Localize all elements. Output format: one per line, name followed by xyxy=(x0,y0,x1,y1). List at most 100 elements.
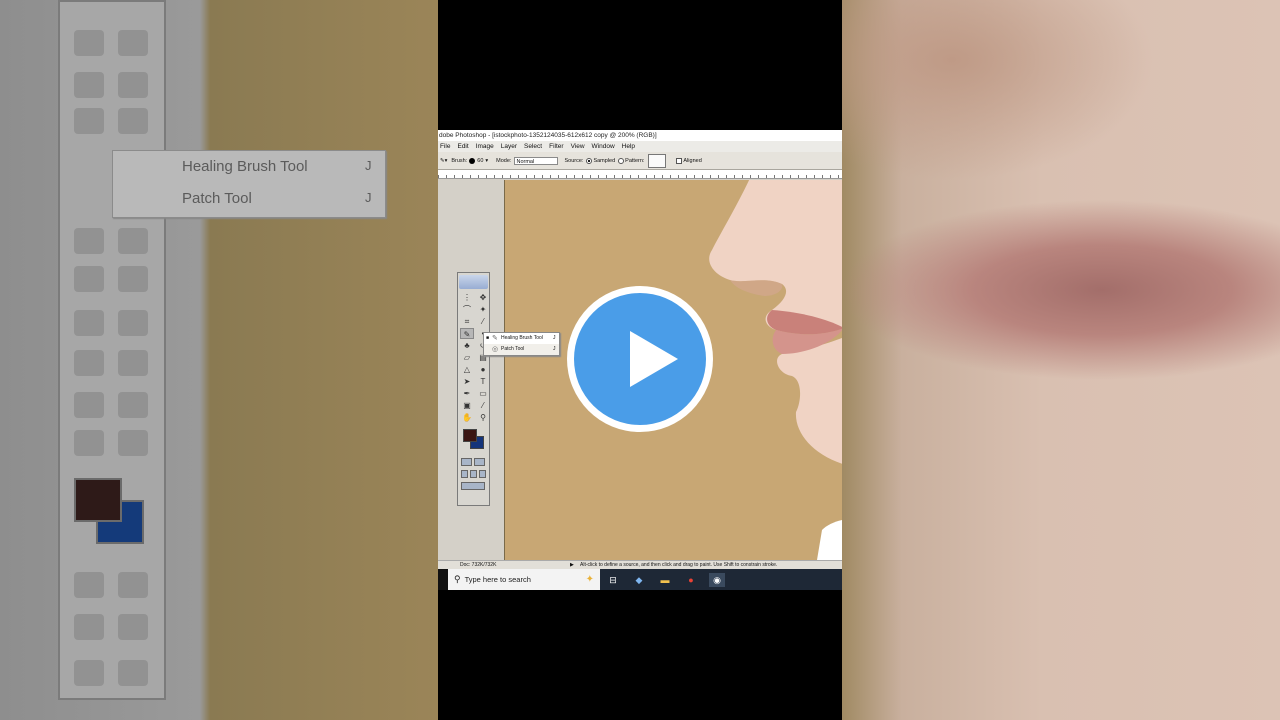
blurred-tool-icon xyxy=(118,72,148,98)
foreground-color-swatch[interactable] xyxy=(463,429,477,442)
play-icon xyxy=(630,331,678,387)
options-bar: ✎▾ Brush: 60 ▾ Mode: Normal Source: Samp… xyxy=(438,152,842,170)
clone-stamp-icon[interactable]: ♣ xyxy=(460,340,474,351)
flyout-item-healing-brush[interactable]: ■ ✎ Healing Brush Tool J xyxy=(484,333,559,344)
blurred-flyout-key: J xyxy=(365,190,372,205)
aligned-checkbox[interactable] xyxy=(676,157,683,164)
notes-icon[interactable]: ▣ xyxy=(460,400,474,411)
blurred-tool-icon xyxy=(118,572,148,598)
photoshop-taskbar-icon[interactable]: ◉ xyxy=(709,572,725,587)
jump-to-imageready-icon[interactable] xyxy=(461,482,485,490)
slice-icon[interactable]: ⁄ xyxy=(476,316,490,327)
blurred-tool-icon xyxy=(118,392,148,418)
magic-wand-icon[interactable]: ✦ xyxy=(476,304,490,315)
play-button-circle xyxy=(574,293,706,425)
brush-preview-icon[interactable] xyxy=(469,157,476,164)
flyout-shortcut: J xyxy=(553,346,556,352)
blurred-tool-icon xyxy=(118,108,148,134)
brush-label: Brush: xyxy=(451,157,468,164)
menu-file[interactable]: File xyxy=(438,141,455,152)
screen-mode-icon[interactable] xyxy=(461,470,468,478)
patch-icon: ◎ xyxy=(492,346,499,353)
blurred-tool-icon xyxy=(74,310,104,336)
pattern-picker[interactable] xyxy=(648,153,667,168)
menu-bar: File Edit Image Layer Select Filter View… xyxy=(438,141,842,152)
zoom-icon[interactable]: ⚲ xyxy=(476,412,490,423)
pattern-radio[interactable] xyxy=(618,157,625,164)
flyout-shortcut: J xyxy=(553,335,556,341)
blur-icon[interactable]: △ xyxy=(460,364,474,375)
blurred-tool-icon xyxy=(118,228,148,254)
blurred-tool-icon xyxy=(74,350,104,376)
sampled-label: Sampled xyxy=(593,157,616,164)
toolbox-header[interactable] xyxy=(459,275,488,289)
search-placeholder: Type here to search xyxy=(464,575,531,584)
windows-taskbar: ⚲ Type here to search ✦ ⊟ ◆ ▬ ● ◉ xyxy=(438,569,842,590)
blurred-tool-icon xyxy=(74,30,104,56)
menu-select[interactable]: Select xyxy=(522,141,547,152)
blurred-tool-icon xyxy=(118,660,148,686)
path-select-icon[interactable]: ➤ xyxy=(460,376,474,387)
flyout-item-patch[interactable]: ◎ Patch Tool J xyxy=(484,344,559,355)
mode-select[interactable]: Normal xyxy=(514,156,559,165)
menu-help[interactable]: Help xyxy=(620,141,640,152)
jump-row xyxy=(458,480,489,492)
mask-mode-row xyxy=(458,456,489,468)
aligned-label: Aligned xyxy=(683,157,702,164)
blurred-tool-icon xyxy=(118,266,148,292)
menu-edit[interactable]: Edit xyxy=(455,141,473,152)
screen-mode-icon[interactable] xyxy=(479,470,486,478)
dodge-icon[interactable]: ● xyxy=(476,364,490,375)
healing-brush-preset-icon[interactable]: ✎▾ xyxy=(440,152,447,170)
marquee-icon[interactable]: ⋮ xyxy=(460,292,474,303)
shape-icon[interactable]: ▭ xyxy=(476,388,490,399)
brush-size: 60 xyxy=(477,157,484,164)
blurred-background-right xyxy=(842,0,1280,720)
menu-window[interactable]: Window xyxy=(590,141,620,152)
blurred-foreground-swatch xyxy=(74,478,122,522)
file-explorer-icon[interactable]: ▬ xyxy=(657,573,673,587)
move-icon[interactable]: ✥ xyxy=(476,292,490,303)
eraser-icon[interactable]: ▱ xyxy=(460,352,474,363)
type-icon[interactable]: T xyxy=(476,376,490,387)
toolbox: ⋮ ✥ ⌒ ✦ ⌗ ⁄ ✎ • ♣ ↺ ▱ ▤ △ ● ➤ T ✒ xyxy=(457,272,490,506)
flyout-item-label: Patch Tool xyxy=(501,346,525,352)
crop-icon[interactable]: ⌗ xyxy=(460,316,474,327)
eyedropper-icon[interactable]: ⁄ xyxy=(476,400,490,411)
healing-tool-flyout: ■ ✎ Healing Brush Tool J ◎ Patch Tool J xyxy=(483,332,560,356)
task-view-icon[interactable]: ⊟ xyxy=(605,573,621,587)
blurred-tool-icon xyxy=(118,430,148,456)
menu-layer[interactable]: Layer xyxy=(499,141,522,152)
blurred-tool-icon xyxy=(74,108,104,134)
play-button[interactable] xyxy=(567,286,713,432)
blurred-tool-icon xyxy=(74,228,104,254)
healing-brush-icon[interactable]: ✎ xyxy=(460,328,474,339)
blurred-tool-icon xyxy=(118,614,148,640)
pen-icon[interactable]: ✒ xyxy=(460,388,474,399)
sampled-radio[interactable] xyxy=(586,157,593,164)
status-bar: Doc: 732K/732K ▶ Alt-click to define a s… xyxy=(438,560,842,569)
screen-mode-icon[interactable] xyxy=(470,470,477,478)
taskbar-search[interactable]: ⚲ Type here to search ✦ xyxy=(448,569,600,590)
lasso-icon[interactable]: ⌒ xyxy=(460,304,474,315)
blurred-background-left: Healing Brush Tool J Patch Tool J xyxy=(0,0,438,720)
blurred-tool-icon xyxy=(118,310,148,336)
start-button[interactable] xyxy=(438,569,448,590)
copilot-icon[interactable]: ◆ xyxy=(631,573,647,587)
blurred-tool-icon xyxy=(74,572,104,598)
quick-mask-icon[interactable] xyxy=(474,458,485,466)
menu-view[interactable]: View xyxy=(569,141,590,152)
source-label: Source: xyxy=(564,157,584,164)
menu-filter[interactable]: Filter xyxy=(547,141,568,152)
chevron-down-icon[interactable]: ▾ xyxy=(485,152,488,170)
blurred-tool-icon xyxy=(74,72,104,98)
blurred-tool-icon xyxy=(74,430,104,456)
color-swatches xyxy=(460,427,487,453)
hand-icon[interactable]: ✋ xyxy=(460,412,474,423)
menu-image[interactable]: Image xyxy=(474,141,499,152)
blurred-tool-icon xyxy=(118,350,148,376)
blurred-tool-icon xyxy=(118,30,148,56)
chrome-icon[interactable]: ● xyxy=(683,573,699,587)
standard-mode-icon[interactable] xyxy=(461,458,472,466)
flyout-item-label: Healing Brush Tool xyxy=(501,335,543,341)
